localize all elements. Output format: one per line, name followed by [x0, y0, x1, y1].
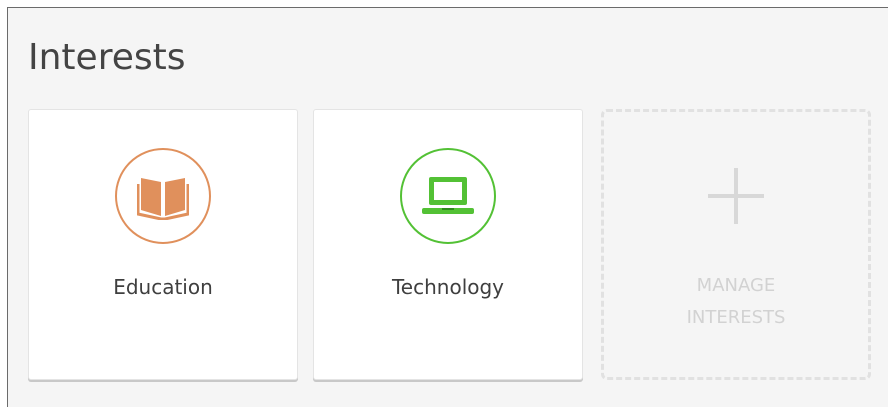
- manage-interests-button[interactable]: MANAGE INTERESTS: [601, 109, 871, 380]
- plus-icon: [708, 168, 764, 224]
- manage-label-line1: MANAGE: [696, 275, 776, 296]
- education-icon-circle: [115, 148, 211, 244]
- interests-panel: Interests Education Technology MANAGE IN…: [7, 7, 888, 407]
- manage-label-line2: INTERESTS: [686, 307, 786, 328]
- manage-interests-label: MANAGE INTERESTS: [604, 270, 868, 334]
- interest-label-education: Education: [113, 275, 213, 299]
- interest-card-technology[interactable]: Technology: [313, 109, 583, 380]
- interest-card-education[interactable]: Education: [28, 109, 298, 380]
- laptop-icon: [422, 177, 474, 214]
- book-icon: [137, 178, 189, 220]
- technology-icon-circle: [400, 148, 496, 244]
- section-title: Interests: [28, 37, 186, 78]
- interest-label-technology: Technology: [391, 275, 505, 299]
